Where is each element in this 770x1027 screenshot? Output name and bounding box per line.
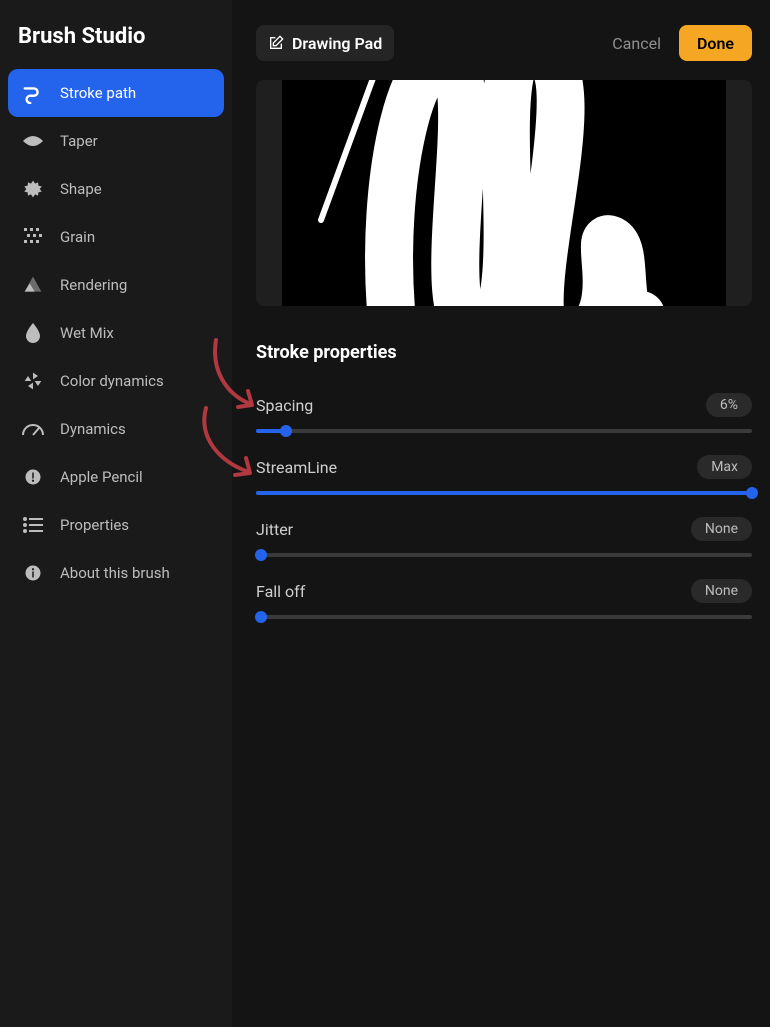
apple-pencil-icon (22, 466, 44, 488)
sidebar-item-label: Color dynamics (60, 372, 164, 390)
slider-thumb[interactable] (746, 487, 758, 499)
dynamics-icon (22, 418, 44, 440)
sidebar-item-dynamics[interactable]: Dynamics (8, 405, 224, 453)
sidebar-item-apple-pencil[interactable]: Apple Pencil (8, 453, 224, 501)
topbar: Drawing Pad Cancel Done (256, 16, 752, 70)
rendering-icon (22, 274, 44, 296)
slider-track[interactable] (256, 429, 752, 433)
sidebar-item-label: Apple Pencil (60, 468, 143, 486)
grain-icon (22, 226, 44, 248)
sidebar-item-label: Shape (60, 180, 102, 198)
slider-falloff: Fall off None (256, 579, 752, 619)
shape-icon (22, 178, 44, 200)
app-title: Brush Studio (8, 24, 224, 69)
sidebar-item-label: Wet Mix (60, 324, 114, 342)
slider-value: Max (697, 455, 752, 479)
sidebar-item-label: Properties (60, 516, 129, 534)
wet-mix-icon (22, 322, 44, 344)
cancel-button[interactable]: Cancel (612, 34, 661, 53)
sidebar-item-shape[interactable]: Shape (8, 165, 224, 213)
sliders-area: Spacing 6% StreamLine Max Jitter None (256, 371, 752, 619)
sidebar-item-taper[interactable]: Taper (8, 117, 224, 165)
sidebar-item-label: About this brush (60, 564, 170, 582)
main-panel: Drawing Pad Cancel Done Stroke propertie… (232, 0, 770, 1027)
drawing-pad-button[interactable]: Drawing Pad (256, 25, 394, 61)
slider-label: StreamLine (256, 458, 337, 477)
sidebar-item-about[interactable]: About this brush (8, 549, 224, 597)
edit-icon (268, 35, 284, 51)
slider-track[interactable] (256, 553, 752, 557)
slider-label: Jitter (256, 520, 293, 539)
brush-preview-canvas[interactable] (256, 80, 752, 306)
slider-thumb[interactable] (280, 425, 292, 437)
sidebar-item-label: Dynamics (60, 420, 126, 438)
drawing-pad-label: Drawing Pad (292, 34, 382, 53)
sidebar-item-properties[interactable]: Properties (8, 501, 224, 549)
sidebar-item-label: Taper (60, 132, 98, 150)
slider-jitter: Jitter None (256, 517, 752, 557)
sidebar: Brush Studio Stroke path Taper Shape Gra… (0, 0, 232, 1027)
taper-icon (22, 130, 44, 152)
slider-thumb[interactable] (255, 611, 267, 623)
sidebar-item-label: Grain (60, 228, 95, 246)
slider-value: None (691, 579, 752, 603)
slider-spacing: Spacing 6% (256, 393, 752, 433)
properties-icon (22, 514, 44, 536)
slider-label: Spacing (256, 396, 313, 415)
sidebar-item-label: Rendering (60, 276, 127, 294)
sidebar-item-wet-mix[interactable]: Wet Mix (8, 309, 224, 357)
slider-label: Fall off (256, 582, 305, 601)
about-icon (22, 562, 44, 584)
color-dynamics-icon (22, 370, 44, 392)
slider-value: 6% (706, 393, 752, 417)
done-button[interactable]: Done (679, 25, 752, 61)
slider-track[interactable] (256, 615, 752, 619)
slider-value: None (691, 517, 752, 541)
sidebar-item-label: Stroke path (60, 84, 136, 102)
section-title: Stroke properties (256, 342, 752, 363)
slider-streamline: StreamLine Max (256, 455, 752, 495)
stroke-path-icon (22, 82, 44, 104)
slider-thumb[interactable] (255, 549, 267, 561)
sidebar-item-rendering[interactable]: Rendering (8, 261, 224, 309)
slider-track[interactable] (256, 491, 752, 495)
sidebar-item-stroke-path[interactable]: Stroke path (8, 69, 224, 117)
sidebar-item-color-dynamics[interactable]: Color dynamics (8, 357, 224, 405)
sidebar-item-grain[interactable]: Grain (8, 213, 224, 261)
